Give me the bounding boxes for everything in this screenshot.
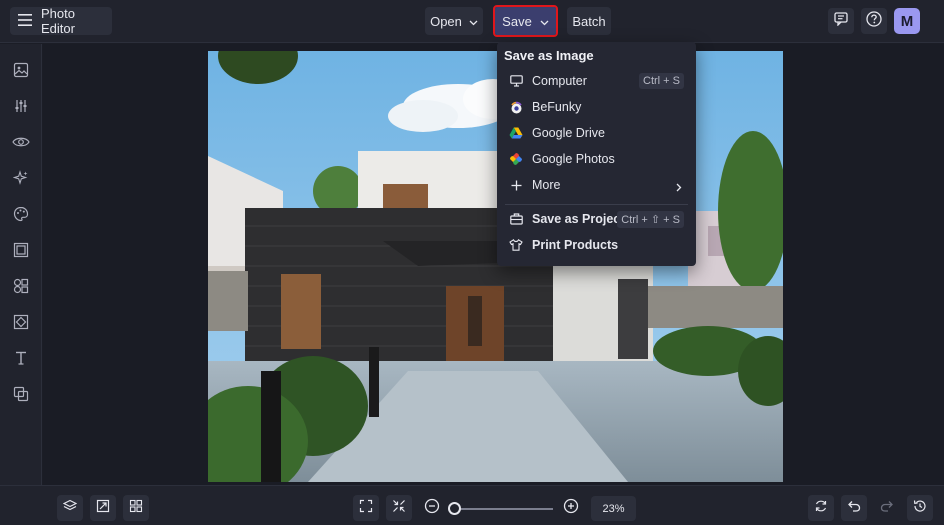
tool-sidebar [0, 44, 42, 485]
collapse-icon [392, 499, 406, 518]
eye-icon[interactable] [11, 132, 31, 152]
save-to-befunky-item[interactable]: BeFunky [497, 94, 696, 120]
save-button[interactable]: Save [493, 5, 558, 37]
adjustments-icon[interactable] [11, 96, 31, 116]
layers-icon [62, 499, 78, 518]
zoom-slider-track[interactable] [452, 508, 553, 510]
chevron-down-icon [540, 14, 549, 29]
shapes-icon[interactable] [11, 276, 31, 296]
google-photos-label: Google Photos [532, 152, 615, 166]
help-icon [866, 10, 882, 32]
avatar[interactable]: M [894, 8, 920, 34]
computer-shortcut: Ctrl + S [639, 73, 684, 89]
sparkle-icon[interactable] [11, 168, 31, 188]
save-as-project-item[interactable]: Save as Project Ctrl + ⇧ + S [497, 206, 696, 232]
redo-button[interactable] [874, 495, 900, 521]
history-icon [913, 499, 927, 518]
refresh-icon [814, 499, 828, 518]
save-to-google-photos-item[interactable]: Google Photos [497, 146, 696, 172]
main-menu-button[interactable]: Photo Editor [10, 6, 112, 36]
open-button[interactable]: Open [425, 7, 483, 35]
tshirt-icon [509, 238, 523, 252]
google-drive-label: Google Drive [532, 126, 605, 140]
hamburger-icon [18, 13, 32, 29]
palette-icon[interactable] [11, 204, 31, 224]
google-photos-icon [509, 152, 523, 166]
history-button[interactable] [907, 495, 933, 521]
expand-icon [359, 499, 373, 518]
undo-button[interactable] [841, 495, 867, 521]
monitor-icon [509, 74, 523, 88]
chat-icon [834, 11, 848, 31]
google-drive-icon [509, 126, 523, 140]
undo-icon [847, 499, 861, 518]
top-bar: Photo Editor Open Save Batch M [0, 0, 944, 43]
plus-circle-icon [563, 498, 579, 519]
befunky-label: BeFunky [532, 100, 582, 114]
app-title: Photo Editor [41, 6, 75, 36]
plus-icon [509, 178, 523, 192]
chevron-right-icon [676, 181, 682, 195]
computer-label: Computer [532, 74, 587, 88]
overlay-icon[interactable] [11, 384, 31, 404]
save-as-project-shortcut: Ctrl + ⇧ + S [617, 210, 684, 228]
actual-size-button[interactable] [386, 495, 412, 521]
zoom-slider-thumb[interactable] [448, 502, 462, 515]
feedback-button[interactable] [828, 8, 854, 34]
print-products-item[interactable]: Print Products [497, 232, 696, 258]
image-tool-icon[interactable] [11, 60, 31, 80]
zoom-out-button[interactable] [419, 495, 445, 521]
texture-icon[interactable] [11, 312, 31, 332]
batch-label: Batch [572, 13, 606, 29]
batch-button[interactable]: Batch [567, 7, 611, 35]
briefcase-icon [509, 212, 523, 226]
frame-icon[interactable] [11, 240, 31, 260]
resize-icon [96, 499, 110, 518]
zoom-value[interactable]: 23% [591, 496, 636, 521]
redo-icon [880, 499, 894, 518]
bottom-bar: 23% [0, 485, 944, 525]
minus-circle-icon [424, 498, 440, 519]
save-dropdown-menu: Save as Image Computer Ctrl + S BeFunky … [497, 42, 696, 266]
more-options-item[interactable]: More [497, 172, 696, 198]
photo-editor-app: Photo Editor Open Save Batch M 23% Save … [0, 0, 944, 525]
open-label: Open [430, 13, 462, 29]
zoom-in-button[interactable] [558, 495, 584, 521]
print-products-label: Print Products [532, 238, 619, 252]
help-button[interactable] [861, 8, 887, 34]
fit-to-screen-button[interactable] [353, 495, 379, 521]
chevron-down-icon [469, 14, 478, 29]
save-as-image-heading: Save as Image [504, 48, 594, 63]
grid-button[interactable] [123, 495, 149, 521]
grid-icon [129, 499, 143, 518]
save-to-google-drive-item[interactable]: Google Drive [497, 120, 696, 146]
menu-divider [505, 204, 688, 205]
befunky-icon [509, 100, 523, 114]
text-icon[interactable] [11, 348, 31, 368]
reset-button[interactable] [808, 495, 834, 521]
layers-button[interactable] [57, 495, 83, 521]
resize-button[interactable] [90, 495, 116, 521]
more-label: More [532, 178, 561, 192]
edited-photo[interactable] [208, 51, 783, 482]
save-to-computer-item[interactable]: Computer Ctrl + S [497, 68, 696, 94]
save-label: Save [502, 13, 532, 29]
save-as-project-label: Save as Project [532, 212, 625, 226]
